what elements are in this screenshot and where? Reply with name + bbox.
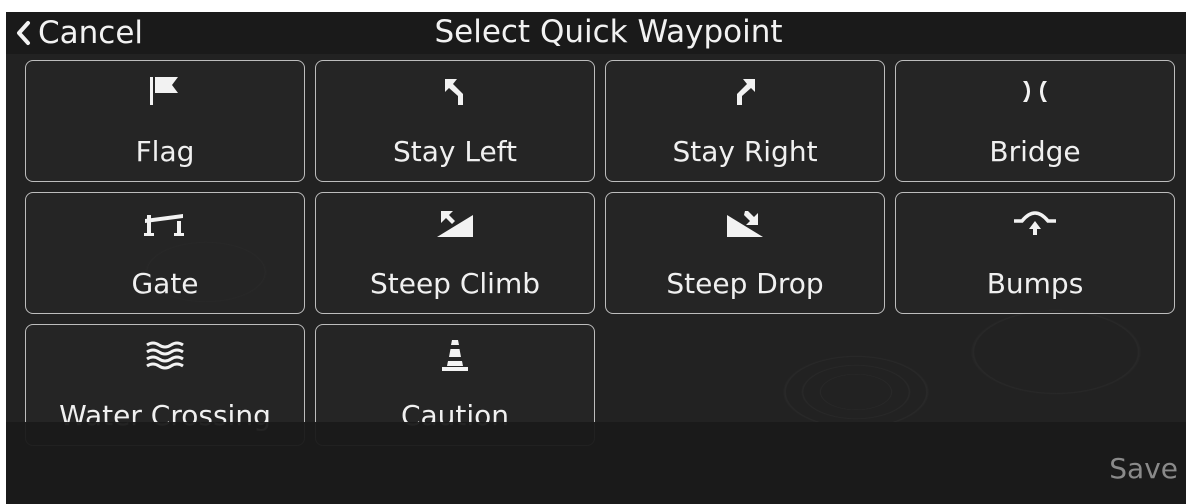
waypoint-bridge-button[interactable]: Bridge — [895, 60, 1175, 182]
waypoint-steep-climb-button[interactable]: Steep Climb — [315, 192, 595, 314]
waypoint-steep-drop-button[interactable]: Steep Drop — [605, 192, 885, 314]
waypoint-label: Gate — [131, 267, 199, 300]
waypoint-label: Stay Right — [672, 135, 818, 168]
waypoint-label: Steep Drop — [666, 267, 824, 300]
waypoint-stay-left-button[interactable]: Stay Left — [315, 60, 595, 182]
waypoint-label: Bridge — [989, 135, 1081, 168]
gate-icon — [144, 214, 184, 236]
waypoint-label: Flag — [135, 135, 195, 168]
steep-climb-icon — [437, 211, 473, 237]
water-crossing-icon — [146, 341, 184, 370]
cancel-button[interactable]: Cancel — [14, 12, 143, 54]
waypoint-label: Bumps — [986, 267, 1084, 300]
waypoint-gate-button[interactable]: Gate — [25, 192, 305, 314]
bumps-icon — [1014, 211, 1056, 235]
stay-right-arrow-icon — [737, 79, 755, 105]
header-bar: Cancel Select Quick Waypoint — [6, 12, 1186, 54]
stay-left-arrow-icon — [445, 79, 463, 105]
waypoint-stay-right-button[interactable]: Stay Right — [605, 60, 885, 182]
waypoint-label: Steep Climb — [369, 267, 541, 300]
waypoint-grid: Flag Stay Left Stay Right Bridge Gate St… — [25, 60, 1175, 446]
chevron-left-icon — [17, 21, 30, 45]
bridge-icon — [1023, 81, 1047, 102]
caution-cone-icon — [442, 340, 468, 371]
waypoint-screen: Cancel Select Quick Waypoint Flag Stay L… — [6, 12, 1186, 504]
cancel-label: Cancel — [38, 15, 144, 51]
flag-icon — [150, 77, 178, 105]
save-button[interactable]: Save — [1109, 452, 1178, 485]
steep-drop-icon — [727, 211, 763, 237]
footer-bar: Save — [6, 422, 1186, 504]
waypoint-flag-button[interactable]: Flag — [25, 60, 305, 182]
waypoint-label: Stay Left — [392, 135, 518, 168]
waypoint-bumps-button[interactable]: Bumps — [895, 192, 1175, 314]
page-title: Select Quick Waypoint — [434, 14, 783, 50]
